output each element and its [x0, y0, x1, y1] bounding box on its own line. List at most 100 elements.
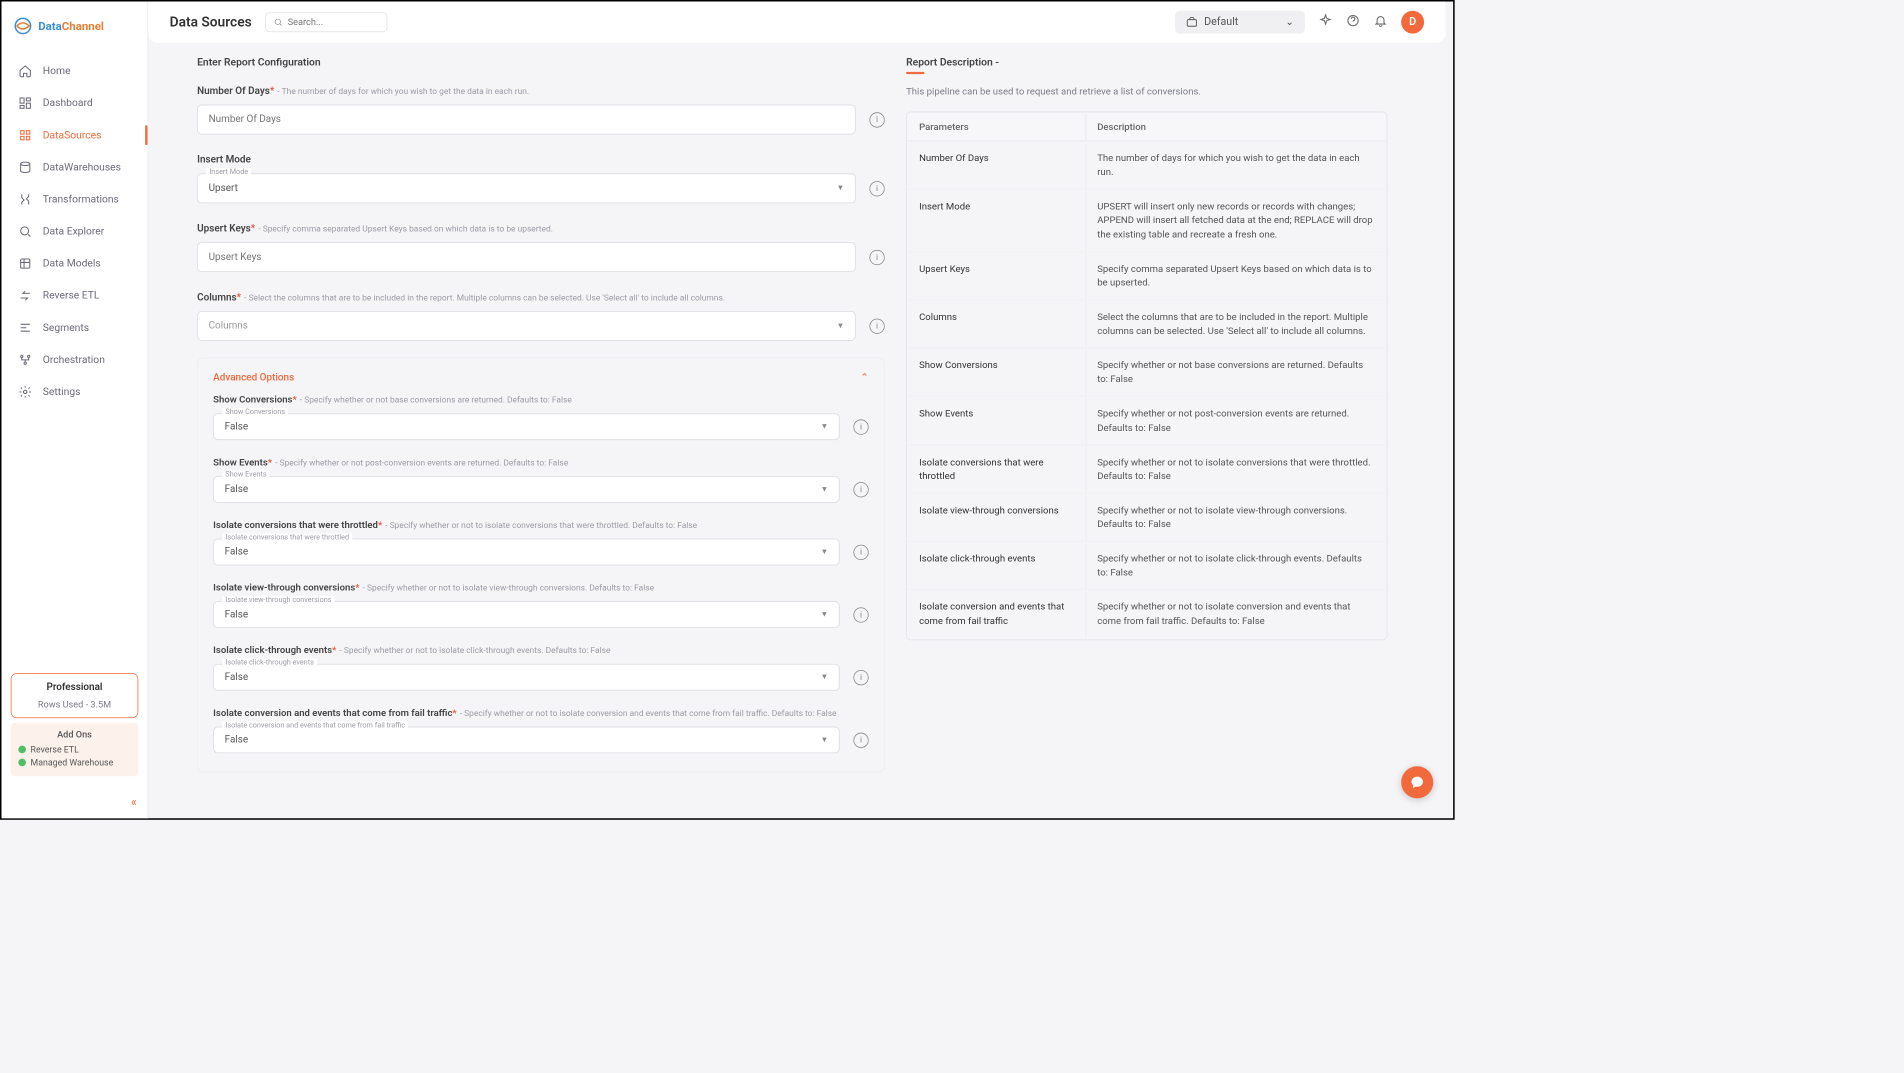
param-desc: Specify whether or not to isolate conver…	[1086, 447, 1385, 494]
field-label: Columns	[197, 292, 237, 303]
param-desc: Specify whether or not to isolate click-…	[1086, 543, 1385, 590]
advanced-options-panel: Advanced Options ⌃ Show Conversions*- Sp…	[197, 358, 885, 773]
form-column: Enter Report Configuration Number Of Day…	[197, 46, 885, 818]
sidebar-item-label: Home	[43, 65, 71, 77]
chat-icon	[1410, 775, 1425, 790]
float-label: Show Conversions	[222, 408, 288, 416]
info-icon[interactable]: i	[853, 607, 868, 622]
info-icon[interactable]: i	[853, 419, 868, 434]
sidebar-item-datamodels[interactable]: Data Models	[2, 248, 148, 280]
caret-down-icon: ▼	[821, 736, 829, 744]
sidebar-item-label: DataSources	[43, 129, 102, 141]
info-icon[interactable]: i	[853, 670, 868, 685]
param-desc: Specify whether or not to isolate view-t…	[1086, 495, 1385, 542]
sidebar-item-datawarehouses[interactable]: DataWarehouses	[2, 151, 148, 183]
info-icon[interactable]: i	[869, 112, 884, 127]
field-label: Show Conversions	[213, 394, 292, 405]
float-label: Isolate click-through events	[222, 659, 317, 667]
param-name: Isolate conversions that were throttled	[908, 447, 1084, 494]
param-name: Insert Mode	[908, 191, 1084, 252]
search-input[interactable]	[288, 17, 380, 28]
logo-text: DataChannel	[38, 19, 104, 33]
field-help: - Specify whether or not base conversion…	[300, 395, 572, 405]
logo-icon	[14, 17, 32, 35]
page-title: Data Sources	[170, 14, 252, 30]
table-row: Show EventsSpecify whether or not post-c…	[908, 398, 1385, 445]
advanced-select-2[interactable]: False▼	[213, 539, 839, 566]
plan-card[interactable]: Professional Rows Used - 3.5M	[11, 673, 139, 718]
sidebar-item-label: Orchestration	[43, 354, 105, 366]
advanced-select-1[interactable]: False▼	[213, 476, 839, 503]
sidebar-item-dashboard[interactable]: Dashboard	[2, 87, 148, 119]
number-of-days-input[interactable]	[197, 105, 856, 135]
table-row: ColumnsSelect the columns that are to be…	[908, 302, 1385, 349]
advanced-select-5[interactable]: False▼	[213, 727, 839, 754]
float-label: Isolate view-through conversions	[222, 596, 334, 604]
sidebar-footer: Professional Rows Used - 3.5M Add Ons Re…	[2, 664, 148, 785]
columns-select[interactable]: Columns▼	[197, 311, 856, 341]
insert-mode-select[interactable]: Upsert▼	[197, 173, 856, 203]
advanced-field: Isolate conversion and events that come …	[213, 704, 869, 753]
check-icon	[18, 759, 26, 767]
param-desc: Specify whether or not post-conversion e…	[1086, 398, 1385, 445]
sidebar-item-dataexplorer[interactable]: Data Explorer	[2, 215, 148, 247]
models-icon	[18, 257, 32, 271]
logo[interactable]: DataChannel	[2, 2, 148, 54]
info-icon[interactable]: i	[869, 318, 884, 333]
workspace-label: Default	[1204, 16, 1238, 28]
sidebar-item-label: Transformations	[43, 193, 119, 205]
reverse-etl-icon	[18, 289, 32, 303]
table-header: Parameters	[908, 114, 1084, 142]
advanced-options-toggle[interactable]: Advanced Options ⌃	[213, 372, 869, 383]
sidebar-item-segments[interactable]: Segments	[2, 312, 148, 344]
table-row: Number Of DaysThe number of days for whi…	[908, 143, 1385, 190]
sparkle-icon[interactable]	[1319, 14, 1333, 31]
info-icon[interactable]: i	[853, 544, 868, 559]
field-label: Upsert Keys	[197, 223, 251, 234]
caret-down-icon: ▼	[821, 422, 829, 430]
caret-down-icon: ▼	[821, 485, 829, 493]
search-icon	[274, 17, 283, 28]
nav: Home Dashboard DataSources DataWarehouse…	[2, 53, 148, 663]
workspace-select[interactable]: Default ⌄	[1175, 11, 1305, 34]
sidebar-item-orchestration[interactable]: Orchestration	[2, 344, 148, 376]
advanced-select-0[interactable]: False▼	[213, 413, 839, 440]
float-label: Isolate conversions that were throttled	[222, 533, 352, 541]
help-icon[interactable]	[1346, 14, 1360, 31]
param-name: Isolate conversion and events that come …	[908, 592, 1084, 638]
info-icon[interactable]: i	[853, 732, 868, 747]
collapse-sidebar-button[interactable]: «	[2, 785, 148, 818]
field-help: - Specify comma separated Upsert Keys ba…	[258, 224, 553, 234]
advanced-field: Show Events*- Specify whether or not pos…	[213, 454, 869, 503]
info-icon[interactable]: i	[853, 482, 868, 497]
addon-item: Managed Warehouse	[18, 757, 130, 768]
description-text: This pipeline can be used to request and…	[906, 86, 1387, 97]
sidebar-item-transformations[interactable]: Transformations	[2, 183, 148, 215]
field-insert-mode: Insert Mode Insert Mode Upsert▼ i	[197, 151, 885, 203]
table-header: Description	[1086, 114, 1385, 142]
avatar[interactable]: D	[1401, 11, 1424, 34]
sidebar: DataChannel Home Dashboard DataSources D…	[2, 2, 149, 819]
advanced-select-3[interactable]: False▼	[213, 601, 839, 628]
bell-icon[interactable]	[1374, 14, 1388, 31]
warehouse-icon	[18, 160, 32, 174]
chat-button[interactable]	[1401, 766, 1433, 798]
advanced-select-4[interactable]: False▼	[213, 664, 839, 691]
info-icon[interactable]: i	[869, 249, 884, 264]
param-name: Number Of Days	[908, 143, 1084, 190]
field-help: - Specify whether or not to isolate conv…	[385, 520, 697, 530]
upsert-keys-input[interactable]	[197, 242, 856, 272]
info-icon[interactable]: i	[869, 181, 884, 196]
sidebar-item-label: DataWarehouses	[43, 161, 121, 173]
search-input-wrap[interactable]	[265, 12, 387, 32]
caret-down-icon: ▼	[837, 322, 845, 330]
table-row: Isolate view-through conversionsSpecify …	[908, 495, 1385, 542]
sidebar-item-reverseetl[interactable]: Reverse ETL	[2, 280, 148, 312]
float-label: Insert Mode	[206, 168, 251, 176]
sidebar-item-home[interactable]: Home	[2, 55, 148, 87]
field-help: - Specify whether or not to isolate conv…	[460, 708, 837, 718]
sidebar-item-datasources[interactable]: DataSources	[2, 119, 148, 151]
table-row: Isolate click-through eventsSpecify whet…	[908, 543, 1385, 590]
plan-name: Professional	[11, 681, 137, 692]
sidebar-item-settings[interactable]: Settings	[2, 376, 148, 408]
